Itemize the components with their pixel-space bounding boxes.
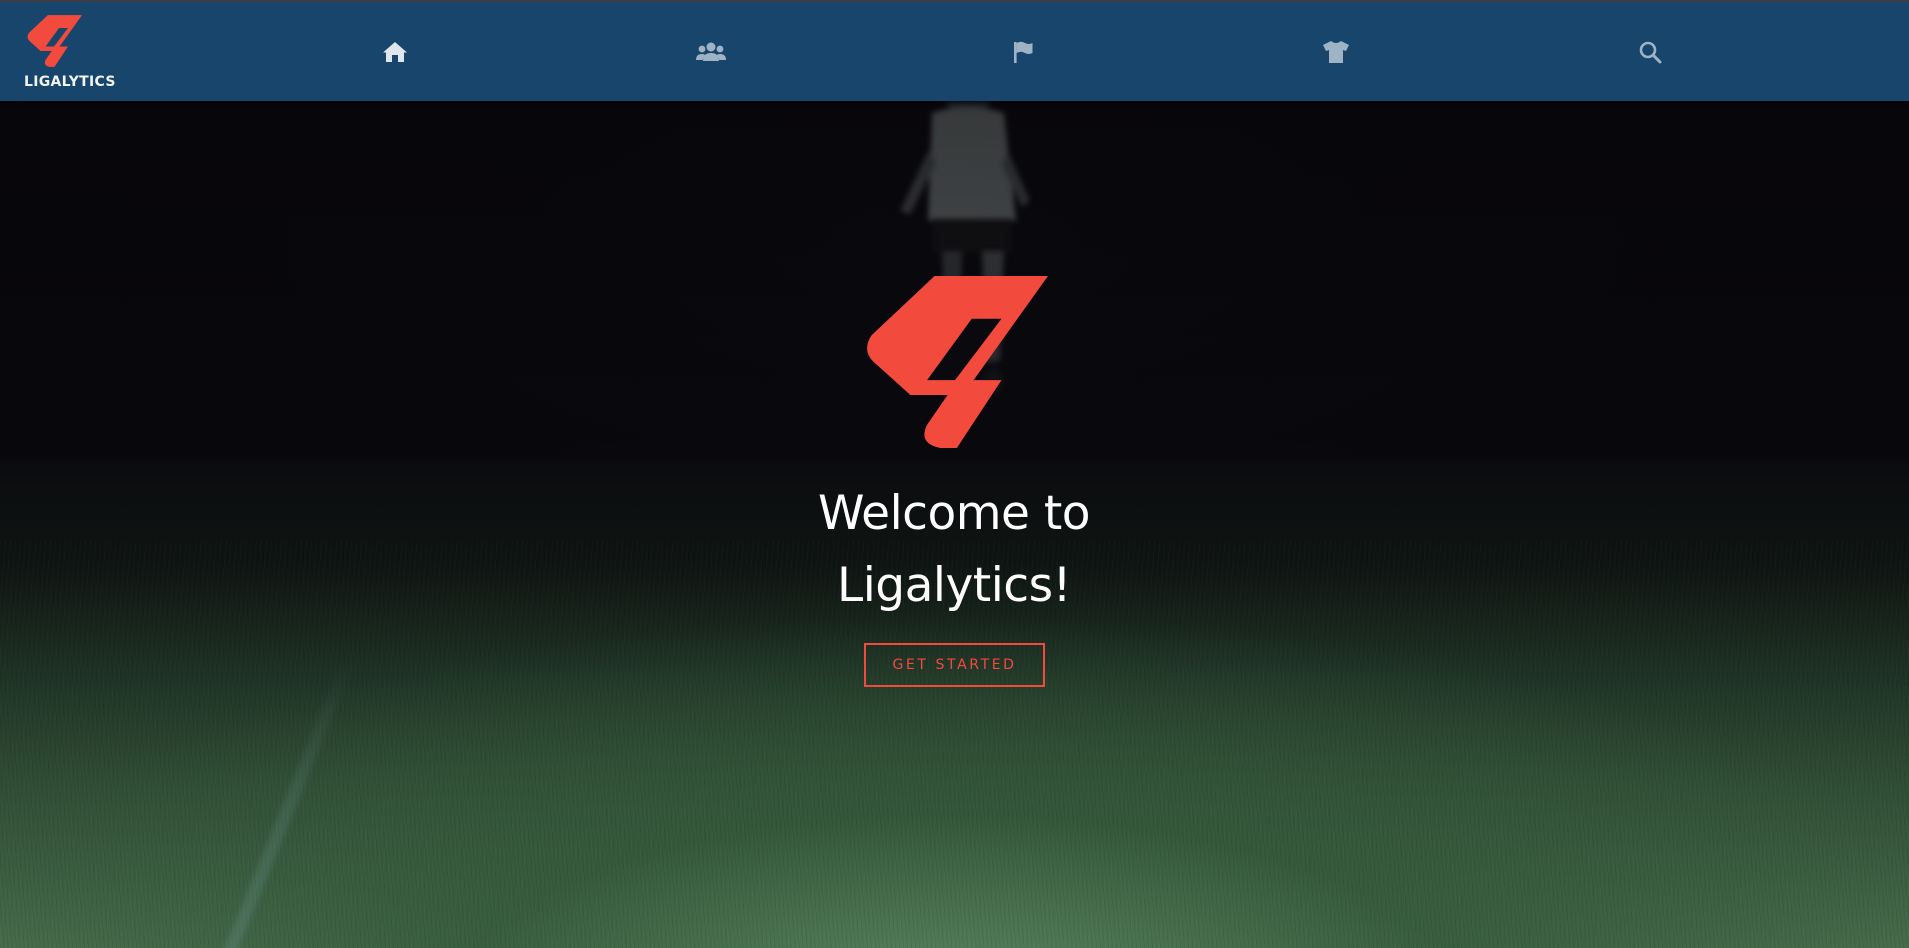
laliga-logo-icon	[867, 276, 1048, 448]
hero-title-line2: Ligalytics!	[837, 558, 1071, 613]
home-icon	[383, 42, 407, 62]
nav-players[interactable]	[1320, 36, 1352, 68]
flag-icon	[1014, 41, 1033, 63]
hero-title-line1: Welcome to	[817, 486, 1091, 541]
nav-search[interactable]	[1634, 36, 1666, 68]
search-icon	[1639, 41, 1662, 64]
hero-content: Welcome to Ligalytics! GET STARTED	[0, 101, 1909, 948]
get-started-button[interactable]: GET STARTED	[864, 643, 1045, 687]
nav-teams[interactable]	[695, 36, 727, 68]
users-icon	[696, 42, 726, 61]
top-navbar: LIGALYTICS	[0, 0, 1909, 101]
app-page: LIGALYTICS Welcome to Ligalytics! GET ST…	[0, 0, 1909, 948]
brand-link[interactable]: LIGALYTICS	[20, 14, 115, 94]
nav-home[interactable]	[379, 36, 411, 68]
nav-leagues[interactable]	[1007, 36, 1039, 68]
hero-title: Welcome to Ligalytics!	[654, 478, 1254, 622]
hero-section: Welcome to Ligalytics! GET STARTED	[0, 101, 1909, 948]
laliga-logo-icon	[27, 15, 82, 67]
brand-name: LIGALYTICS	[24, 74, 116, 90]
shirt-icon	[1323, 41, 1349, 63]
